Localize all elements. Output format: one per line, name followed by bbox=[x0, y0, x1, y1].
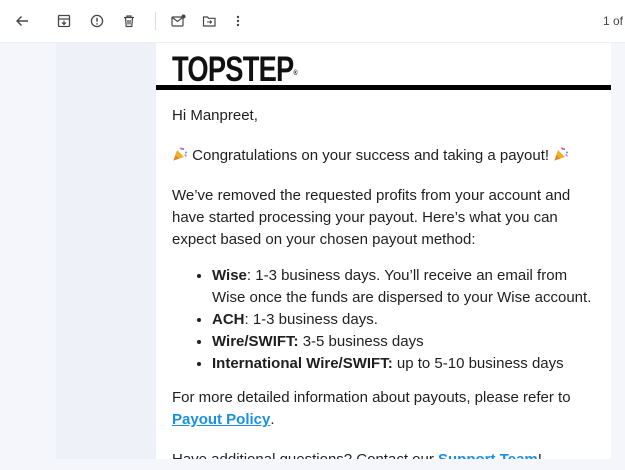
party-popper-icon bbox=[172, 146, 188, 162]
brand-logo: TOPSTEP® bbox=[172, 50, 298, 89]
right-gutter bbox=[611, 43, 625, 470]
email-content: Hi Manpreet, Congratulations on your suc… bbox=[172, 105, 602, 459]
side-panel bbox=[56, 43, 156, 470]
email-body: TOPSTEP® Hi Manpreet, Congratulations on… bbox=[156, 43, 611, 459]
pagination-count: 1 of bbox=[602, 14, 623, 28]
questions-paragraph: Have additional questions? Contact our S… bbox=[172, 449, 602, 459]
toolbar-divider bbox=[155, 12, 156, 30]
congrats-text: Congratulations on your success and taki… bbox=[192, 147, 550, 164]
list-item: ACH: 1-3 business days. bbox=[212, 309, 602, 331]
congrats-line: Congratulations on your success and taki… bbox=[172, 145, 602, 167]
more-info-paragraph: For more detailed information about payo… bbox=[172, 389, 571, 428]
arrow-left-icon[interactable] bbox=[12, 11, 32, 31]
payout-methods-list: Wise: 1-3 business days. You’ll receive … bbox=[172, 265, 602, 375]
toolbar: 1 of bbox=[0, 0, 625, 43]
report-spam-icon[interactable] bbox=[87, 11, 107, 31]
list-item: International Wire/SWIFT: up to 5-10 bus… bbox=[212, 353, 602, 375]
intro-paragraph: We’ve removed the requested profits from… bbox=[172, 187, 571, 248]
trash-icon[interactable] bbox=[119, 11, 139, 31]
logo-divider bbox=[156, 85, 611, 90]
mark-unread-icon[interactable] bbox=[168, 11, 188, 31]
support-team-link[interactable]: Support Team bbox=[438, 451, 538, 459]
greeting: Hi Manpreet, bbox=[172, 107, 258, 124]
party-popper-icon bbox=[553, 146, 569, 162]
more-vert-icon[interactable] bbox=[228, 11, 248, 31]
payout-policy-link[interactable]: Payout Policy bbox=[172, 411, 270, 428]
left-rail bbox=[0, 43, 56, 470]
bottom-band bbox=[0, 459, 625, 470]
move-to-folder-icon[interactable] bbox=[199, 11, 219, 31]
archive-icon[interactable] bbox=[54, 11, 74, 31]
list-item: Wire/SWIFT: 3-5 business days bbox=[212, 331, 602, 353]
list-item: Wise: 1-3 business days. You’ll receive … bbox=[212, 265, 602, 309]
